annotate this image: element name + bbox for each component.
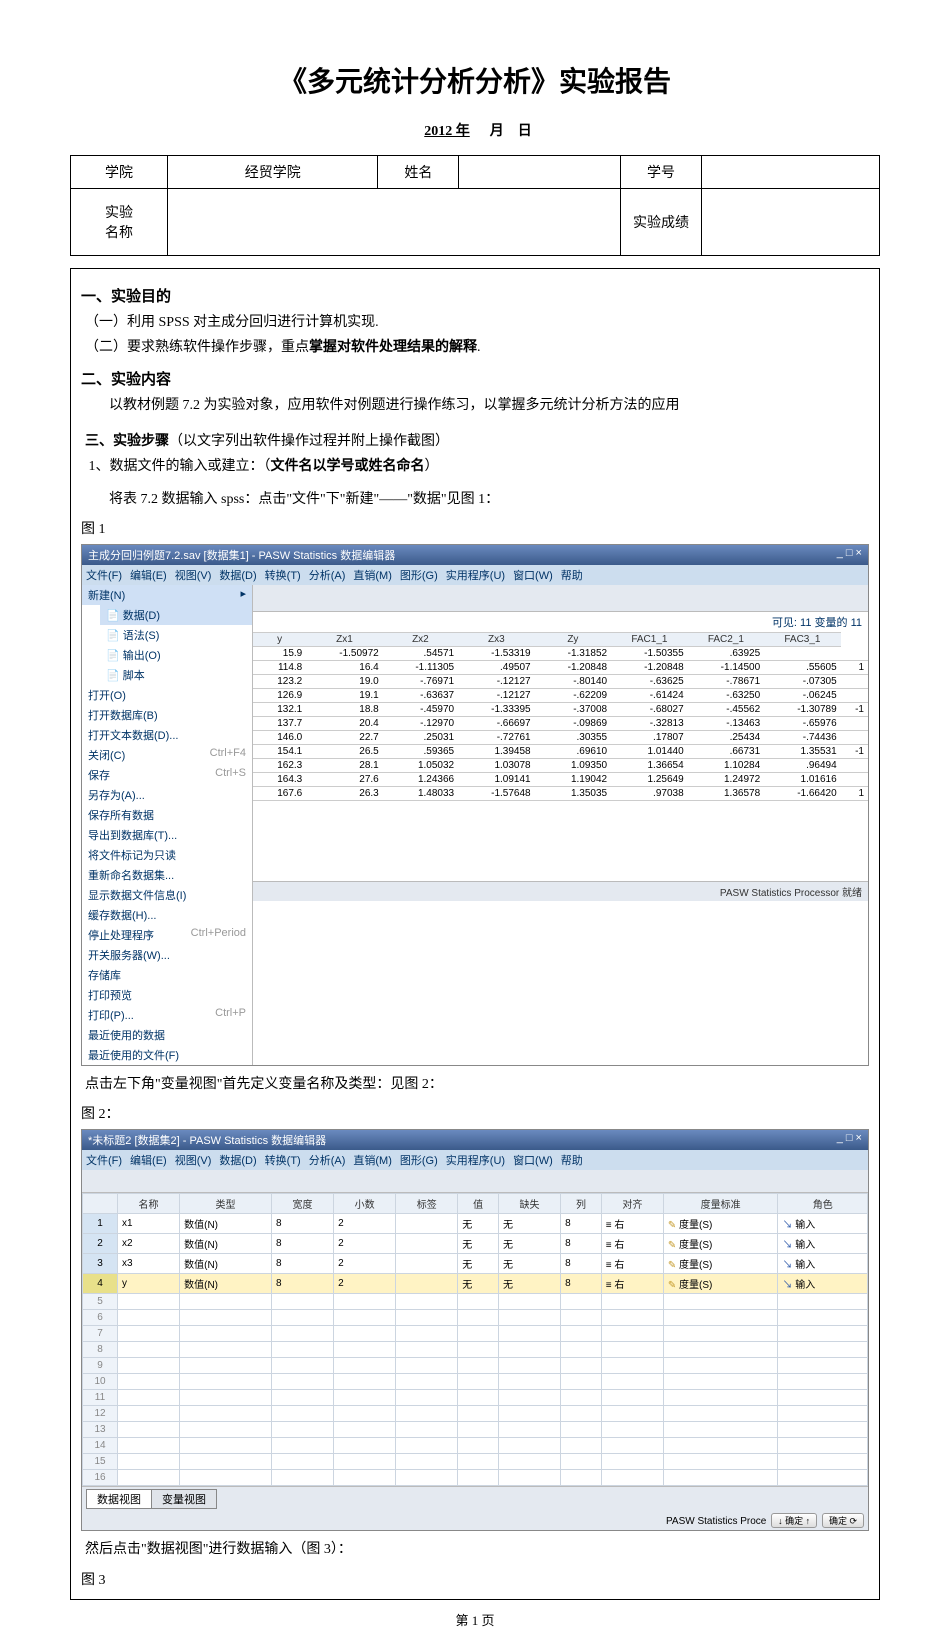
menu-item[interactable]: 直销(M)	[353, 1155, 392, 1167]
menu-item[interactable]: 文件(F)	[86, 1155, 122, 1167]
menu-item[interactable]: 最近使用的数据	[82, 1025, 252, 1045]
menu-item[interactable]: 保存Ctrl+S	[82, 765, 252, 785]
screenshot-fig1: 主成分回归例题7.2.sav [数据集1] - PASW Statistics …	[81, 544, 869, 1066]
variable-grid[interactable]: 名称类型宽度小数标签值缺失列对齐度量标准角色 1x1数值(N)82无无8≡ 右✎…	[82, 1193, 868, 1486]
menu-item[interactable]: 文件(F)	[86, 570, 122, 582]
data-grid[interactable]: yZx1Zx2Zx3ZyFAC1_1FAC2_1FAC3_1 15.9-1.50…	[253, 632, 868, 801]
menu-item[interactable]: 数据(D)	[219, 1155, 256, 1167]
menu-item[interactable]: 数据(D)	[219, 570, 256, 582]
menu-item[interactable]: 窗口(W)	[513, 570, 553, 582]
status-btn[interactable]: 确定 ⟳	[822, 1513, 864, 1528]
tab-variable-view[interactable]: 变量视图	[151, 1489, 217, 1509]
menu-item[interactable]: 显示数据文件信息(I)	[82, 885, 252, 905]
menu-item[interactable]: 开关服务器(W)...	[82, 945, 252, 965]
status-bar: PASW Statistics Proce ↓ 确定 ↑ 确定 ⟳	[82, 1511, 868, 1530]
page-footer: 第 1 页	[70, 1610, 880, 1629]
window-title: 主成分回归例题7.2.sav [数据集1] - PASW Statistics …	[88, 547, 395, 563]
menu-item[interactable]: 帮助	[561, 1155, 583, 1167]
menu-item[interactable]: 编辑(E)	[130, 570, 167, 582]
menu-item[interactable]: 转换(T)	[265, 1155, 301, 1167]
menu-item[interactable]: 缓存数据(H)...	[82, 905, 252, 925]
menu-item[interactable]: 图形(G)	[400, 570, 438, 582]
menu-item[interactable]: 视图(V)	[175, 1155, 212, 1167]
submenu-item[interactable]: 📄 语法(S)	[100, 625, 252, 645]
toolbar-icons[interactable]	[82, 1170, 868, 1193]
menu-bar[interactable]: 文件(F) 编辑(E) 视图(V) 数据(D) 转换(T) 分析(A) 直销(M) 图形(G)…	[82, 565, 868, 585]
menu-item[interactable]: 打开(O)	[82, 685, 252, 705]
menu-item[interactable]: 打开文本数据(D)...	[82, 725, 252, 745]
fig2-label: 图 2：	[81, 1103, 869, 1123]
menu-bar[interactable]: 文件(F) 编辑(E) 视图(V) 数据(D) 转换(T) 分析(A) 直销(M) 图形(G)…	[82, 1150, 868, 1170]
menu-item[interactable]: 实用程序(U)	[446, 1155, 505, 1167]
menu-item[interactable]: 停止处理程序Ctrl+Period	[82, 925, 252, 945]
menu-item[interactable]: 另存为(A)...	[82, 785, 252, 805]
menu-item[interactable]: 导出到数据库(T)...	[82, 825, 252, 845]
visible-var-hint: 可见: 11 变量的 11	[253, 612, 868, 632]
menu-item[interactable]: 打开数据库(B)	[82, 705, 252, 725]
screenshot-fig2: *未标题2 [数据集2] - PASW Statistics 数据编辑器 _ □…	[81, 1129, 869, 1531]
sec2-title: 二、实验内容	[81, 368, 869, 389]
menu-item[interactable]: 视图(V)	[175, 570, 212, 582]
submenu-item[interactable]: 📄 输出(O)	[100, 645, 252, 665]
menu-item[interactable]: 打印预览	[82, 985, 252, 1005]
header-form-table: 学院 经贸学院 姓名 学号 实验 名称 实验成绩	[70, 155, 880, 256]
menu-item[interactable]: 分析(A)	[309, 570, 346, 582]
menu-item[interactable]: 图形(G)	[400, 1155, 438, 1167]
fig3-label: 图 3	[81, 1569, 869, 1589]
menu-item[interactable]: 分析(A)	[309, 1155, 346, 1167]
submenu-item[interactable]: 📄 脚本	[100, 665, 252, 685]
menu-item[interactable]: 实用程序(U)	[446, 570, 505, 582]
status-bar: PASW Statistics Processor 就绪	[253, 881, 868, 901]
menu-item[interactable]: 窗口(W)	[513, 1155, 553, 1167]
date-line: 2012 年 月 日	[70, 120, 880, 140]
menu-item[interactable]: 将文件标记为只读	[82, 845, 252, 865]
menu-item[interactable]: 重新命名数据集...	[82, 865, 252, 885]
menu-item-new: 新建(N)▸	[82, 585, 252, 605]
menu-item[interactable]: 直销(M)	[353, 570, 392, 582]
menu-item[interactable]: 保存所有数据	[82, 805, 252, 825]
doc-title: 《多元统计分析分析》实验报告	[70, 60, 880, 100]
toolbar-icons[interactable]	[253, 585, 868, 612]
menu-item[interactable]: 帮助	[561, 570, 583, 582]
submenu-item[interactable]: 📄 数据(D)	[100, 605, 252, 625]
menu-item[interactable]: 存储库	[82, 965, 252, 985]
tab-data-view[interactable]: 数据视图	[86, 1489, 152, 1509]
menu-item[interactable]: 编辑(E)	[130, 1155, 167, 1167]
menu-item[interactable]: 转换(T)	[265, 570, 301, 582]
sec1-title: 一、实验目的	[81, 285, 869, 306]
menu-item[interactable]: 关闭(C)Ctrl+F4	[82, 745, 252, 765]
menu-item[interactable]: 打印(P)...Ctrl+P	[82, 1005, 252, 1025]
menu-item[interactable]: 最近使用的文件(F)	[82, 1045, 252, 1065]
file-menu-dropdown[interactable]: 新建(N)▸ 📄 数据(D)📄 语法(S)📄 输出(O)📄 脚本 打开(O)打开…	[82, 585, 253, 1065]
window-title: *未标题2 [数据集2] - PASW Statistics 数据编辑器	[88, 1132, 326, 1148]
fig1-label: 图 1	[81, 518, 869, 538]
window-controls-icon[interactable]: _ □ ×	[837, 547, 862, 563]
window-controls-icon[interactable]: _ □ ×	[837, 1132, 862, 1148]
status-btn[interactable]: ↓ 确定 ↑	[771, 1513, 817, 1528]
